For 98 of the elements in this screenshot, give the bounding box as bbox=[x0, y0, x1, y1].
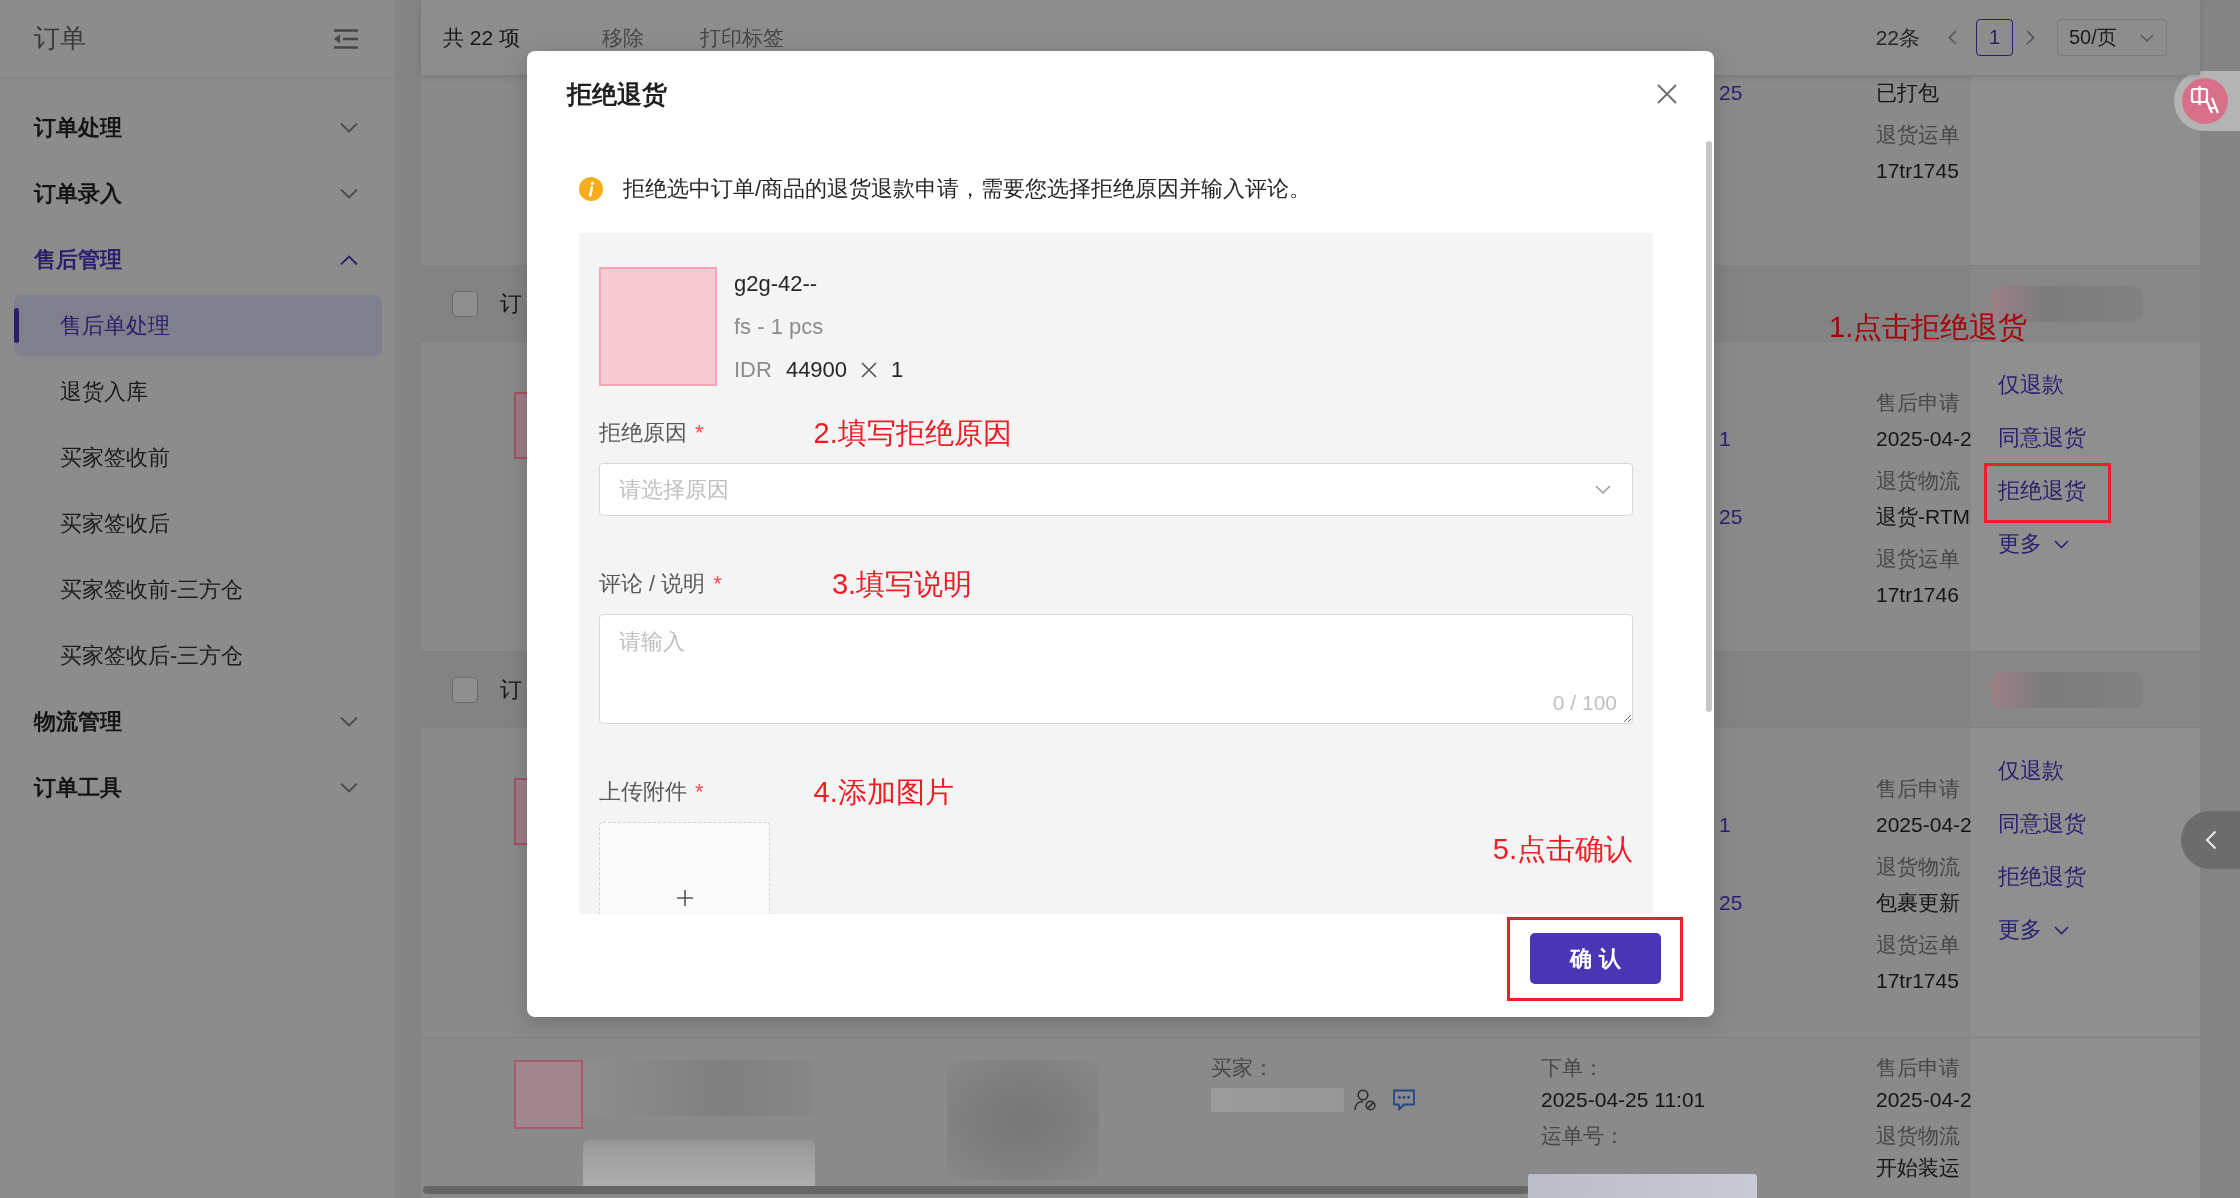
action-link[interactable]: 拒绝退货 bbox=[1998, 473, 2086, 509]
action-link[interactable]: 拒绝退货 bbox=[1998, 859, 2086, 895]
photo-placeholder bbox=[514, 1060, 583, 1129]
product-quantity: 1 bbox=[891, 357, 904, 383]
field-label: 退货运单 bbox=[1876, 122, 1960, 148]
link-text[interactable]: 25 bbox=[1719, 499, 1743, 535]
field-value: 2025-04-2 bbox=[1876, 1087, 1972, 1113]
menu-item[interactable]: 退货入库 bbox=[14, 361, 382, 422]
collapse-menu-icon[interactable] bbox=[334, 28, 358, 49]
more-menu-button[interactable]: 更多 bbox=[1998, 526, 2069, 562]
photo-placeholder bbox=[514, 392, 527, 459]
checkbox[interactable] bbox=[452, 676, 478, 703]
field-value: 开始装运 bbox=[1876, 1155, 1960, 1181]
link-text[interactable]: 25 bbox=[1719, 75, 1743, 111]
chat-icon[interactable] bbox=[1392, 1089, 1416, 1111]
field-value: 17tr1746 bbox=[1876, 582, 1959, 608]
item-count: 共 22 项 bbox=[443, 24, 521, 51]
chevron-left-icon bbox=[2204, 830, 2217, 850]
field-label: 退货运单 bbox=[1876, 932, 1960, 958]
user-icon[interactable] bbox=[1354, 1089, 1376, 1111]
field-value: 已打包 bbox=[1876, 80, 1939, 106]
menu-item[interactable]: 买家签收后-三方仓 bbox=[14, 625, 382, 686]
field-label: 运单号： bbox=[1541, 1123, 1625, 1149]
total-count: 22条 bbox=[1875, 24, 1920, 51]
action-link[interactable]: 仅退款 bbox=[1998, 367, 2064, 403]
menu-item[interactable]: 买家签收前-三方仓 bbox=[14, 559, 382, 620]
field-value: 2025-04-2 bbox=[1876, 426, 1972, 452]
currency-code: IDR bbox=[734, 357, 772, 383]
product-name: g2g-42-- bbox=[734, 270, 818, 298]
link-text[interactable]: 1 bbox=[1719, 421, 1731, 457]
field-label: 售后申请 bbox=[1876, 776, 1960, 802]
vertical-scrollbar[interactable] bbox=[1706, 141, 1712, 712]
chevron-left-icon[interactable] bbox=[1948, 30, 1957, 45]
toolbar-button[interactable]: 打印标签 bbox=[700, 23, 785, 52]
chevron-right-icon[interactable] bbox=[2026, 30, 2035, 45]
field-label: 下单： bbox=[1541, 1055, 1604, 1081]
product-price: 44900 bbox=[785, 357, 848, 383]
menu-group[interactable]: 订单录入 bbox=[0, 161, 395, 227]
chevron-down-icon bbox=[2054, 539, 2069, 549]
link-text[interactable]: 1 bbox=[1719, 807, 1731, 843]
menu-item[interactable]: 买家签收后 bbox=[14, 493, 382, 554]
order-label: 订 bbox=[500, 675, 522, 704]
field-label: 退货物流 bbox=[1876, 1123, 1960, 1149]
menu-group[interactable]: 售后管理 bbox=[0, 227, 395, 293]
chevron-down-icon bbox=[1595, 485, 1611, 494]
field-label: 售后申请 bbox=[1876, 1055, 1960, 1081]
multiply-icon bbox=[861, 362, 878, 378]
annotation-text: 2.填写拒绝原因 bbox=[813, 416, 1012, 450]
toolbar-button[interactable]: 移除 bbox=[602, 23, 645, 52]
product-variant: fs - 1 pcs bbox=[734, 313, 824, 341]
dialog-title: 拒绝退货 bbox=[567, 78, 667, 110]
annotation-text: 4.添加图片 bbox=[813, 775, 954, 809]
field-value: 包裹更新 bbox=[1876, 890, 1960, 916]
field-value: 退货-RTM bbox=[1876, 504, 1971, 530]
action-link[interactable]: 仅退款 bbox=[1998, 753, 2064, 789]
chevron-down-icon bbox=[2054, 925, 2069, 935]
field-label: 退货物流 bbox=[1876, 468, 1960, 494]
action-link[interactable]: 同意退货 bbox=[1998, 420, 2086, 456]
confirm-button[interactable]: 确 认 bbox=[1530, 933, 1661, 984]
chevron-down-icon bbox=[2140, 33, 2154, 42]
plus-icon bbox=[676, 890, 693, 906]
field-value: 2025-04-25 11:01 bbox=[1541, 1087, 1706, 1113]
annotation-text: 1.点击拒绝退货 bbox=[1829, 310, 2028, 344]
field-label: 退货运单 bbox=[1876, 546, 1960, 572]
field-label: 上传附件 * bbox=[599, 778, 704, 806]
menu-item[interactable]: 售后单处理 bbox=[14, 295, 382, 356]
translate-icon bbox=[2182, 78, 2228, 124]
annotation-text: 5.点击确认 bbox=[1492, 832, 1633, 866]
character-counter: 0 / 100 bbox=[1552, 691, 1617, 715]
order-label: 订 bbox=[500, 289, 522, 318]
field-label: 售后申请 bbox=[1876, 390, 1960, 416]
action-link[interactable]: 同意退货 bbox=[1998, 806, 2086, 842]
field-label: 拒绝原因 * bbox=[599, 419, 704, 447]
field-value: 17tr1745 bbox=[1876, 968, 1959, 994]
menu-item[interactable]: 买家签收前 bbox=[14, 427, 382, 488]
reason-select[interactable]: 请选择原因 bbox=[599, 463, 1633, 516]
menu-group[interactable]: 订单工具 bbox=[0, 755, 395, 821]
annotation-text: 3.填写说明 bbox=[831, 567, 973, 601]
close-icon[interactable] bbox=[1657, 84, 1677, 104]
menu-group[interactable]: 订单处理 bbox=[0, 95, 395, 161]
sidebar-title: 订单 bbox=[34, 22, 86, 55]
page-size-select[interactable]: 50/页 bbox=[2057, 19, 2167, 56]
field-label: 退货物流 bbox=[1876, 854, 1960, 880]
menu-group[interactable]: 物流管理 bbox=[0, 689, 395, 755]
more-menu-button[interactable]: 更多 bbox=[1998, 912, 2069, 948]
field-label: 买家： bbox=[1211, 1055, 1274, 1081]
notice-text: 拒绝选中订单/商品的退货退款申请，需要您选择拒绝原因并输入评论。 bbox=[623, 175, 1312, 203]
side-panel-toggle[interactable] bbox=[2181, 811, 2240, 869]
link-text[interactable]: 25 bbox=[1719, 885, 1743, 921]
field-label: 评论 / 说明 * bbox=[599, 570, 722, 598]
field-value: 2025-04-2 bbox=[1876, 812, 1972, 838]
info-icon bbox=[579, 177, 603, 201]
photo-placeholder bbox=[514, 778, 527, 845]
horizontal-scrollbar[interactable] bbox=[423, 1186, 1529, 1194]
page-button[interactable]: 1 bbox=[1976, 19, 2013, 56]
translate-button[interactable] bbox=[2174, 71, 2240, 131]
field-value: 17tr1745 bbox=[1876, 158, 1959, 184]
checkbox[interactable] bbox=[452, 290, 478, 317]
